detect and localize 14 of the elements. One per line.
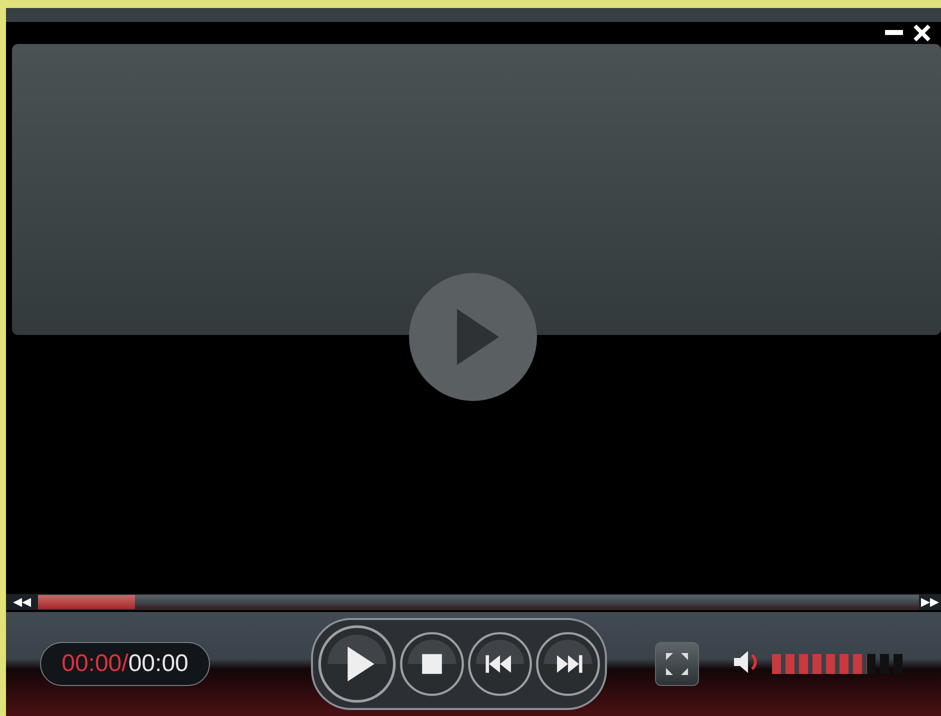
fast-forward-button[interactable] (919, 594, 941, 610)
play-button[interactable] (317, 624, 397, 704)
seek-bar[interactable] (38, 595, 919, 609)
minimize-icon (885, 30, 903, 36)
close-icon (913, 24, 931, 42)
previous-button[interactable] (467, 631, 533, 697)
fullscreen-button[interactable] (655, 642, 699, 686)
fast-forward-icon (921, 598, 939, 606)
time-display: 00:00/00:00 (40, 642, 210, 686)
rewind-icon (13, 598, 31, 606)
play-icon (409, 273, 537, 401)
rewind-button[interactable] (6, 594, 38, 610)
stop-button[interactable] (399, 631, 465, 697)
next-button[interactable] (535, 631, 601, 697)
